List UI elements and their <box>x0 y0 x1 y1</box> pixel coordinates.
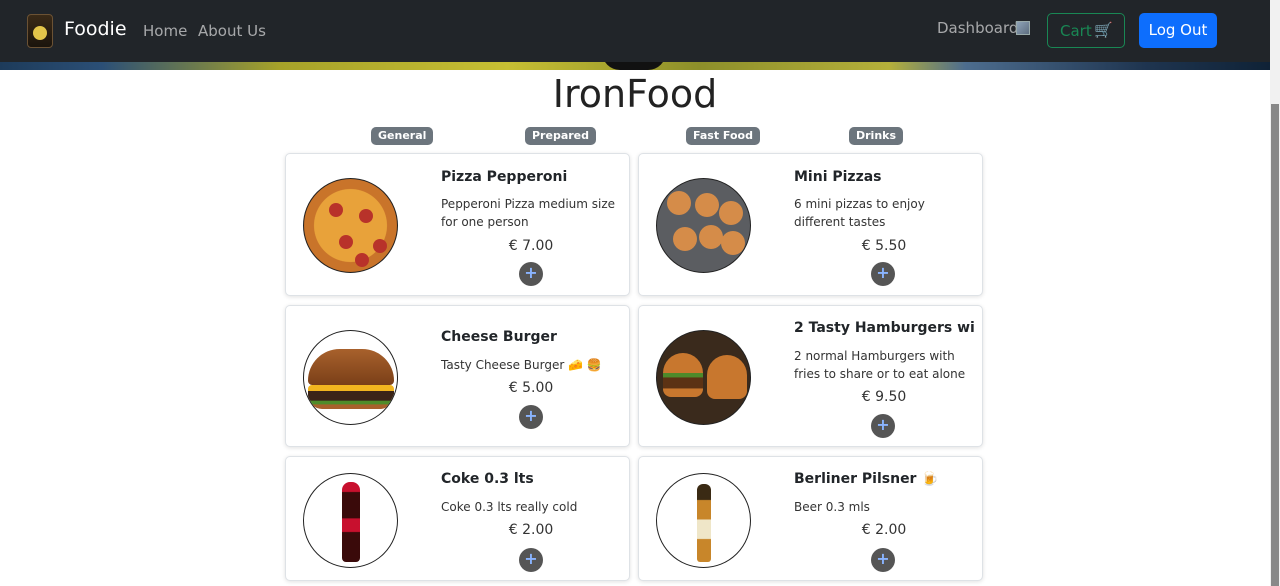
beer-bottle-image <box>656 473 751 568</box>
product-description: 6 mini pizzas to enjoy different tastes <box>794 197 925 229</box>
product-name: Mini Pizzas <box>794 169 882 185</box>
page-title: IronFood <box>552 72 718 116</box>
product-description: Tasty Cheese Burger 🧀 🍔 <box>441 358 602 372</box>
pizza-pepperoni-image <box>303 178 398 273</box>
brand-name[interactable]: Foodie <box>64 18 127 40</box>
product-price: € 5.00 <box>508 380 554 396</box>
category-badge-fast-food[interactable]: Fast Food <box>686 127 760 145</box>
product-price: € 2.00 <box>861 522 907 538</box>
cart-button[interactable]: Cart 🛒 <box>1047 13 1125 48</box>
product-card: Cheese Burger Tasty Cheese Burger 🧀 🍔 € … <box>285 305 630 447</box>
product-description: 2 normal Hamburgers with fries to share … <box>794 349 966 381</box>
add-to-cart-button[interactable]: + <box>871 414 895 438</box>
product-card: Pizza Pepperoni Pepperoni Pizza medium s… <box>285 153 630 296</box>
product-name: Berliner Pilsner 🍺 <box>794 471 939 487</box>
mini-pizzas-image <box>656 178 751 273</box>
add-to-cart-button[interactable]: + <box>519 548 543 572</box>
scrollbar-thumb[interactable] <box>1271 104 1279 586</box>
product-name: Pizza Pepperoni <box>441 169 568 185</box>
product-description: Coke 0.3 lts really cold <box>441 500 578 514</box>
category-badge-drinks[interactable]: Drinks <box>849 127 904 145</box>
product-name: Coke 0.3 lts <box>441 471 534 487</box>
logout-button[interactable]: Log Out <box>1139 13 1217 48</box>
cheese-burger-image <box>303 330 398 425</box>
coke-bottle-image <box>303 473 398 568</box>
product-card: Coke 0.3 lts Coke 0.3 lts really cold € … <box>285 456 630 581</box>
navbar: Foodie Home About Us Dashboard Cart 🛒 Lo… <box>0 0 1270 62</box>
product-price: € 7.00 <box>508 238 554 254</box>
nav-link-about-us[interactable]: About Us <box>198 22 266 40</box>
add-to-cart-button[interactable]: + <box>519 262 543 286</box>
dashboard-icon[interactable] <box>1016 21 1030 35</box>
add-to-cart-button[interactable]: + <box>871 548 895 572</box>
category-badge-prepared[interactable]: Prepared <box>525 127 597 145</box>
product-card: 2 Tasty Hamburgers wi 2 normal Hamburger… <box>638 305 983 447</box>
product-price: € 5.50 <box>861 238 907 254</box>
dashboard-link[interactable]: Dashboard <box>937 19 1018 37</box>
product-card: Mini Pizzas 6 mini pizzas to enjoy diffe… <box>638 153 983 296</box>
product-description: Beer 0.3 mls <box>794 500 870 514</box>
category-badge-general[interactable]: General <box>371 127 434 145</box>
tasty-hamburgers-image <box>656 330 751 425</box>
product-description: Pepperoni Pizza medium size for one pers… <box>441 197 616 229</box>
product-card: Berliner Pilsner 🍺 Beer 0.3 mls € 2.00 + <box>638 456 983 581</box>
nav-link-home[interactable]: Home <box>143 22 187 40</box>
cart-label: Cart <box>1060 22 1092 40</box>
add-to-cart-button[interactable]: + <box>519 405 543 429</box>
product-price: € 9.50 <box>861 389 907 405</box>
cart-icon: 🛒 <box>1094 21 1113 39</box>
add-to-cart-button[interactable]: + <box>871 262 895 286</box>
product-name: Cheese Burger <box>441 329 557 345</box>
brand-logo-icon[interactable] <box>27 14 53 48</box>
product-name: 2 Tasty Hamburgers wi <box>794 320 975 336</box>
product-price: € 2.00 <box>508 522 554 538</box>
